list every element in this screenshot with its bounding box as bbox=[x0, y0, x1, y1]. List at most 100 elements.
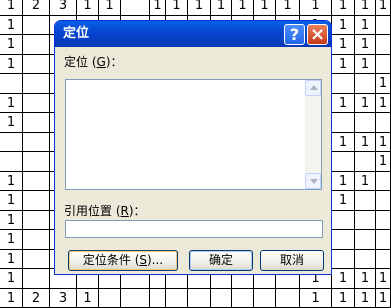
ok-button[interactable]: 确定 bbox=[189, 250, 253, 271]
sheet-cell[interactable]: 1 bbox=[0, 35, 23, 55]
sheet-cell[interactable] bbox=[376, 230, 391, 250]
sheet-cell[interactable] bbox=[0, 74, 23, 94]
sheet-cell[interactable]: 1 bbox=[0, 94, 23, 114]
sheet-cell[interactable] bbox=[254, 289, 276, 308]
goto-listbox[interactable] bbox=[65, 79, 322, 190]
sheet-cell[interactable] bbox=[23, 230, 50, 250]
sheet-cell[interactable]: 1 bbox=[0, 289, 23, 308]
sheet-cell[interactable]: 1 bbox=[77, 289, 99, 308]
sheet-cell[interactable]: 1 bbox=[332, 133, 355, 153]
sheet-cell[interactable] bbox=[376, 250, 391, 270]
sheet-cell[interactable]: 1 bbox=[355, 269, 376, 289]
sheet-cell[interactable] bbox=[355, 250, 376, 270]
sheet-cell[interactable]: 1 bbox=[300, 0, 332, 16]
sheet-cell[interactable] bbox=[332, 211, 355, 231]
sheet-cell[interactable]: 1 bbox=[0, 55, 23, 75]
sheet-cell[interactable] bbox=[23, 94, 50, 114]
sheet-cell[interactable]: 1 bbox=[150, 0, 166, 16]
sheet-cell[interactable] bbox=[332, 230, 355, 250]
sheet-cell[interactable]: 2 bbox=[23, 0, 50, 16]
sheet-cell[interactable]: 2 bbox=[23, 289, 50, 308]
sheet-cell[interactable] bbox=[166, 289, 188, 308]
sheet-cell[interactable]: 1 bbox=[355, 35, 376, 55]
sheet-cell[interactable] bbox=[376, 35, 391, 55]
sheet-cell[interactable]: 1 bbox=[0, 113, 23, 133]
sheet-cell[interactable] bbox=[23, 16, 50, 36]
listbox-scrollbar[interactable] bbox=[305, 80, 321, 189]
sheet-cell[interactable] bbox=[232, 289, 254, 308]
sheet-cell[interactable]: 1 bbox=[0, 172, 23, 192]
sheet-cell[interactable]: 1 bbox=[355, 172, 376, 192]
sheet-cell[interactable] bbox=[23, 74, 50, 94]
sheet-cell[interactable]: 1 bbox=[0, 250, 23, 270]
sheet-cell[interactable] bbox=[121, 0, 150, 16]
sheet-cell[interactable] bbox=[211, 289, 232, 308]
sheet-cell[interactable]: 1 bbox=[0, 16, 23, 36]
sheet-cell[interactable]: 1 bbox=[0, 191, 23, 211]
sheet-cell[interactable]: 1 bbox=[99, 0, 121, 16]
sheet-cell[interactable] bbox=[23, 172, 50, 192]
sheet-cell[interactable]: 1 bbox=[376, 0, 391, 16]
sheet-cell[interactable] bbox=[23, 269, 50, 289]
sheet-cell[interactable]: 1 bbox=[300, 289, 332, 308]
scroll-down-button[interactable] bbox=[305, 173, 321, 189]
sheet-cell[interactable] bbox=[376, 211, 391, 231]
sheet-cell[interactable] bbox=[23, 35, 50, 55]
sheet-cell[interactable]: 1 bbox=[332, 16, 355, 36]
sheet-cell[interactable]: 1 bbox=[332, 35, 355, 55]
sheet-cell[interactable] bbox=[188, 289, 211, 308]
sheet-cell[interactable] bbox=[376, 191, 391, 211]
sheet-cell[interactable]: 3 bbox=[50, 0, 77, 16]
sheet-cell[interactable] bbox=[355, 74, 376, 94]
sheet-cell[interactable]: 1 bbox=[0, 230, 23, 250]
sheet-cell[interactable]: 1 bbox=[332, 191, 355, 211]
sheet-cell[interactable] bbox=[332, 113, 355, 133]
help-button[interactable]: ? bbox=[284, 24, 305, 45]
sheet-cell[interactable] bbox=[376, 113, 391, 133]
sheet-cell[interactable]: 1 bbox=[166, 0, 188, 16]
reference-input[interactable] bbox=[65, 220, 323, 238]
sheet-cell[interactable]: 1 bbox=[355, 16, 376, 36]
sheet-cell[interactable]: 1 bbox=[355, 133, 376, 153]
dialog-titlebar[interactable]: 定位 ? × bbox=[55, 21, 331, 47]
sheet-cell[interactable] bbox=[332, 152, 355, 172]
sheet-cell[interactable] bbox=[121, 289, 150, 308]
sheet-cell[interactable]: 1 bbox=[0, 0, 23, 16]
cancel-button[interactable]: 取消 bbox=[260, 250, 324, 271]
sheet-cell[interactable] bbox=[23, 250, 50, 270]
sheet-cell[interactable]: 1 bbox=[355, 0, 376, 16]
sheet-cell[interactable] bbox=[23, 211, 50, 231]
sheet-cell[interactable] bbox=[355, 191, 376, 211]
sheet-cell[interactable] bbox=[23, 191, 50, 211]
sheet-cell[interactable]: 1 bbox=[332, 55, 355, 75]
sheet-cell[interactable]: 1 bbox=[332, 269, 355, 289]
sheet-cell[interactable]: 1 bbox=[376, 152, 391, 172]
sheet-cell[interactable]: 1 bbox=[376, 74, 391, 94]
sheet-cell[interactable] bbox=[0, 152, 23, 172]
sheet-cell[interactable]: 1 bbox=[332, 289, 355, 308]
sheet-cell[interactable] bbox=[376, 55, 391, 75]
sheet-cell[interactable] bbox=[23, 55, 50, 75]
sheet-cell[interactable] bbox=[376, 16, 391, 36]
sheet-cell[interactable]: 1 bbox=[276, 0, 300, 16]
sheet-cell[interactable] bbox=[23, 133, 50, 153]
sheet-cell[interactable] bbox=[332, 74, 355, 94]
sheet-cell[interactable] bbox=[0, 133, 23, 153]
sheet-cell[interactable] bbox=[355, 211, 376, 231]
sheet-cell[interactable] bbox=[23, 113, 50, 133]
sheet-cell[interactable]: 1 bbox=[188, 0, 211, 16]
sheet-cell[interactable] bbox=[376, 172, 391, 192]
sheet-cell[interactable]: 1 bbox=[0, 269, 23, 289]
sheet-cell[interactable]: 1 bbox=[254, 0, 276, 16]
sheet-cell[interactable]: 1 bbox=[376, 289, 391, 308]
sheet-cell[interactable]: 3 bbox=[50, 289, 77, 308]
sheet-cell[interactable] bbox=[355, 113, 376, 133]
close-button[interactable]: × bbox=[307, 24, 328, 45]
sheet-cell[interactable]: 1 bbox=[355, 289, 376, 308]
sheet-cell[interactable] bbox=[150, 289, 166, 308]
sheet-cell[interactable]: 1 bbox=[376, 133, 391, 153]
sheet-cell[interactable]: 1 bbox=[355, 55, 376, 75]
sheet-cell[interactable]: 1 bbox=[355, 94, 376, 114]
sheet-cell[interactable] bbox=[332, 250, 355, 270]
sheet-cell[interactable]: 1 bbox=[77, 0, 99, 16]
